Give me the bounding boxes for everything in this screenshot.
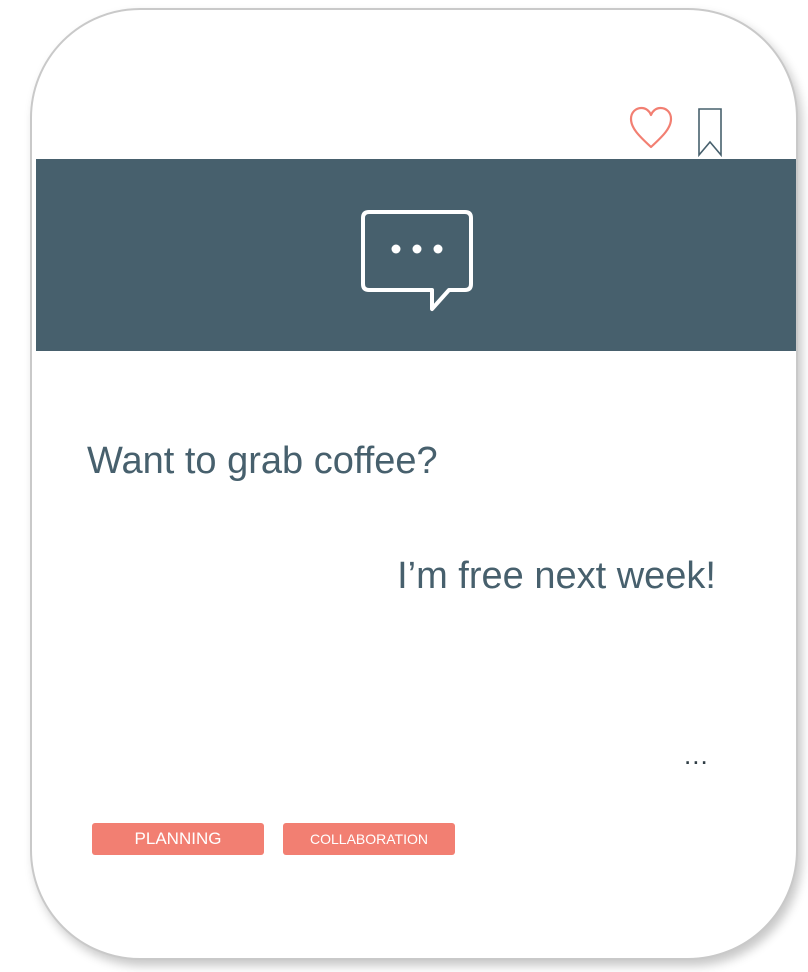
tag-collaboration[interactable]: COLLABORATION [283,823,455,855]
message-card: Want to grab coffee? I’m free next week!… [30,8,798,960]
message-line-2: I’m free next week! [397,555,716,597]
more-options-button[interactable]: ... [684,740,709,771]
chat-bubble-icon [361,210,473,311]
message-line-1: Want to grab coffee? [87,440,438,482]
header-banner [36,159,796,351]
tag-planning[interactable]: PLANNING [92,823,264,855]
bookmark-icon[interactable] [697,107,723,157]
heart-icon[interactable] [629,105,673,151]
